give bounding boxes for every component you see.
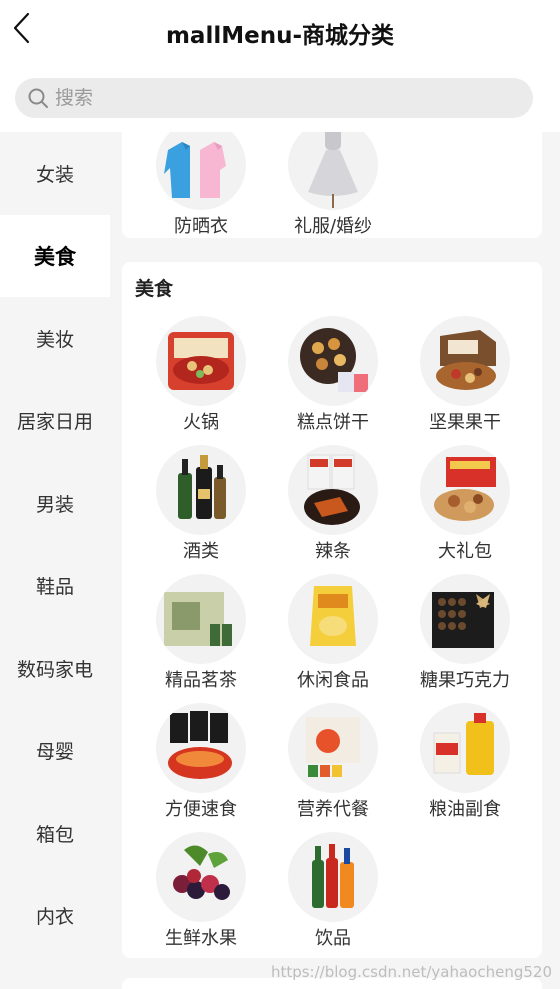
sidebar-item-bags[interactable]: 箱包	[0, 792, 110, 875]
category-item[interactable]: 辣条	[278, 445, 388, 563]
category-label: 饮品	[315, 928, 351, 949]
category-label: 休闲食品	[297, 670, 369, 691]
category-label: 礼服/婚纱	[293, 216, 373, 237]
category-sidebar: 女装 美食 美妆 居家日用 男装 鞋品 数码家电 母婴 箱包 内衣	[0, 132, 110, 989]
category-item[interactable]: 粮油副食	[410, 703, 520, 821]
fresh-fruit-icon	[173, 845, 230, 900]
section-card-prev: 防晒衣 礼服/婚纱	[122, 132, 542, 238]
search-input[interactable]	[55, 87, 495, 109]
search-icon	[28, 88, 48, 108]
sidebar-item-mens[interactable]: 男装	[0, 462, 110, 545]
meal-replacement-icon	[306, 717, 360, 777]
sidebar-item-womens[interactable]: 女装	[0, 132, 110, 215]
category-item[interactable]: 糖果巧克力	[410, 574, 520, 692]
sidebar-item-home[interactable]: 居家日用	[0, 380, 110, 463]
category-label: 火锅	[183, 412, 219, 433]
category-item[interactable]: 酒类	[146, 445, 256, 563]
sidebar-item-baby[interactable]: 母婴	[0, 710, 110, 793]
section-title: 美食	[135, 278, 174, 300]
drinks-icon	[312, 844, 354, 908]
search-bar	[0, 66, 560, 132]
page-title: mallMenu-商城分类	[165, 23, 395, 49]
category-item[interactable]: 方便速食	[146, 703, 256, 821]
category-label: 粮油副食	[429, 799, 501, 820]
section-card-food: 美食 火锅 糕点饼干 坚果果干 酒类 辣条 大礼包 精品茗茶 休闲食品 糖果巧克…	[122, 262, 542, 958]
category-item[interactable]: 礼服/婚纱	[278, 132, 388, 238]
wedding-dress-icon	[308, 132, 358, 208]
category-item[interactable]: 饮品	[278, 832, 388, 950]
hotpot-icon	[168, 332, 234, 390]
category-item[interactable]: 精品茗茶	[146, 574, 256, 692]
spicy-strip-icon	[304, 454, 360, 525]
category-label: 糕点饼干	[297, 412, 369, 433]
category-item[interactable]: 大礼包	[410, 445, 520, 563]
category-label: 方便速食	[165, 799, 237, 820]
category-label: 糖果巧克力	[420, 670, 510, 691]
category-item[interactable]: 火锅	[146, 316, 256, 434]
category-label: 生鲜水果	[165, 928, 237, 949]
grain-oil-icon	[433, 713, 494, 775]
nuts-icon	[436, 330, 496, 390]
category-item[interactable]: 休闲食品	[278, 574, 388, 692]
category-item[interactable]: 糕点饼干	[278, 316, 388, 434]
category-label: 酒类	[183, 541, 219, 562]
category-label: 精品茗茶	[165, 670, 237, 691]
sidebar-item-underwear[interactable]: 内衣	[0, 875, 110, 958]
category-item[interactable]: 生鲜水果	[146, 832, 256, 950]
category-item[interactable]: 防晒衣	[146, 132, 256, 238]
cookies-icon	[300, 328, 368, 392]
category-label: 辣条	[315, 541, 351, 562]
watermark: https://blog.csdn.net/yahaocheng520	[270, 963, 552, 981]
tea-icon	[164, 592, 232, 646]
instant-noodles-icon	[168, 711, 232, 779]
search-box[interactable]	[15, 78, 533, 118]
category-item[interactable]: 坚果果干	[410, 316, 520, 434]
liquor-icon	[178, 455, 226, 519]
sidebar-item-shoes[interactable]: 鞋品	[0, 545, 110, 628]
category-item[interactable]: 营养代餐	[278, 703, 388, 821]
sidebar-item-food[interactable]: 美食	[0, 214, 110, 297]
gift-pack-icon	[434, 457, 496, 521]
snacks-icon	[310, 586, 356, 646]
chocolate-icon	[432, 592, 494, 648]
category-content: 防晒衣 礼服/婚纱 美食 火锅 糕点饼干 坚果果干 酒类 辣条 大礼包 精品茗茶…	[110, 132, 560, 989]
category-label: 营养代餐	[297, 799, 369, 820]
header-bar: mallMenu-商城分类	[0, 0, 560, 66]
sun-protection-jacket-icon	[164, 142, 226, 198]
category-label: 大礼包	[438, 541, 492, 562]
sidebar-item-beauty[interactable]: 美妆	[0, 297, 110, 380]
category-label: 防晒衣	[174, 216, 228, 237]
sidebar-item-digital[interactable]: 数码家电	[0, 627, 110, 710]
category-label: 坚果果干	[429, 412, 501, 433]
